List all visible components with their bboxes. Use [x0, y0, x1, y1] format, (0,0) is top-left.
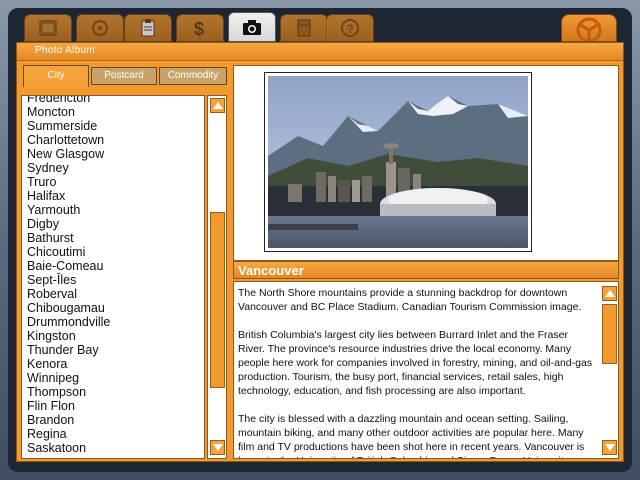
- list-item[interactable]: Kingston: [22, 329, 110, 343]
- svg-text:$: $: [194, 19, 204, 38]
- help-tab[interactable]: ?: [326, 14, 374, 42]
- panel-title: Photo Album: [35, 45, 96, 56]
- list-item[interactable]: Flin Flon: [22, 399, 110, 413]
- clipboard-tab[interactable]: [124, 14, 172, 42]
- list-item[interactable]: Sept-Îles: [22, 273, 110, 287]
- tab-commodity[interactable]: Commodity: [159, 67, 227, 85]
- notepad-icon: [297, 19, 311, 37]
- clipboard-icon: [141, 19, 155, 37]
- list-item[interactable]: Sydney: [22, 161, 110, 175]
- description-paragraph: British Columbia's largest city lies bet…: [238, 329, 593, 397]
- scroll-down-button[interactable]: [210, 440, 225, 455]
- scroll-up-button[interactable]: [210, 98, 225, 113]
- list-item[interactable]: Thunder Bay: [22, 343, 110, 357]
- desc-scroll-up-button[interactable]: [602, 286, 617, 301]
- car-icon: [92, 20, 108, 36]
- scroll-thumb[interactable]: [210, 212, 225, 388]
- description-paragraph: The North Shore mountains provide a stun…: [238, 287, 582, 313]
- desc-scroll-down-button[interactable]: [602, 440, 617, 455]
- list-item[interactable]: Moncton: [22, 105, 110, 119]
- list-item[interactable]: Chibougamau: [22, 301, 110, 315]
- desc-scroll-thumb[interactable]: [602, 304, 617, 364]
- city-name-header: Vancouver: [233, 261, 619, 279]
- list-item[interactable]: Brandon: [22, 413, 110, 427]
- list-item[interactable]: Truro: [22, 175, 110, 189]
- list-item[interactable]: Fredericton: [22, 96, 110, 105]
- panel-title-bar: Photo Album: [17, 43, 623, 61]
- notes-tab[interactable]: [280, 14, 328, 42]
- album-subtabs: City Postcard Commodity: [21, 65, 227, 87]
- camera-icon: [243, 20, 261, 35]
- city-list-items: Fredericton Moncton Summerside Charlottetow…: [22, 96, 110, 455]
- arrow-up-icon: [604, 290, 615, 297]
- city-photo: [264, 72, 532, 252]
- travel-tab[interactable]: [76, 14, 124, 42]
- city-description-text: The North Shore mountains provide a stun…: [238, 286, 594, 458]
- photo-album-panel: Photo Album City Postcard Commodity Fred…: [16, 42, 624, 462]
- list-item[interactable]: Saskatoon: [22, 441, 110, 455]
- arrow-down-icon: [212, 444, 223, 451]
- svg-text:?: ?: [347, 22, 354, 36]
- notebook-icon: [39, 20, 57, 36]
- list-item[interactable]: Regina: [22, 427, 110, 441]
- steering-wheel-button[interactable]: [561, 14, 617, 42]
- list-item[interactable]: New Glasgow: [22, 147, 110, 161]
- steering-wheel-icon: [576, 17, 602, 41]
- city-list[interactable]: Fredericton Moncton Summerside Charlottetow…: [21, 95, 205, 459]
- photo-tab[interactable]: [228, 12, 276, 42]
- notebook-tab[interactable]: [24, 14, 72, 42]
- list-item[interactable]: Roberval: [22, 287, 110, 301]
- tab-postcard[interactable]: Postcard: [91, 67, 157, 85]
- list-item[interactable]: Drummondville: [22, 315, 110, 329]
- tab-city[interactable]: City: [23, 65, 89, 87]
- arrow-down-icon: [604, 444, 615, 451]
- list-item[interactable]: Kenora: [22, 357, 110, 371]
- list-item[interactable]: Winnipeg: [22, 371, 110, 385]
- list-item[interactable]: Yarmouth: [22, 203, 110, 217]
- list-item[interactable]: Digby: [22, 217, 110, 231]
- list-item[interactable]: Halifax: [22, 189, 110, 203]
- list-item[interactable]: Charlottetown: [22, 133, 110, 147]
- city-name: Vancouver: [238, 263, 304, 278]
- city-list-scrollbar[interactable]: [207, 95, 227, 459]
- list-item[interactable]: Baie-Comeau: [22, 259, 110, 273]
- city-description: The North Shore mountains provide a stun…: [233, 281, 619, 459]
- list-item[interactable]: Summerside: [22, 119, 110, 133]
- list-item[interactable]: Thompson: [22, 385, 110, 399]
- vancouver-photo-image: [268, 76, 528, 248]
- photo-area: [233, 65, 619, 261]
- question-icon: ?: [341, 19, 359, 37]
- arrow-up-icon: [212, 102, 223, 109]
- description-scrollbar[interactable]: [600, 282, 618, 458]
- city-list-column: City Postcard Commodity Fredericton Monct…: [21, 65, 227, 459]
- list-item[interactable]: Bathurst: [22, 231, 110, 245]
- money-tab[interactable]: $: [176, 14, 224, 42]
- list-item[interactable]: Chicoutimi: [22, 245, 110, 259]
- dollar-icon: $: [194, 19, 204, 38]
- description-paragraph: The city is blessed with a dazzling moun…: [238, 413, 585, 458]
